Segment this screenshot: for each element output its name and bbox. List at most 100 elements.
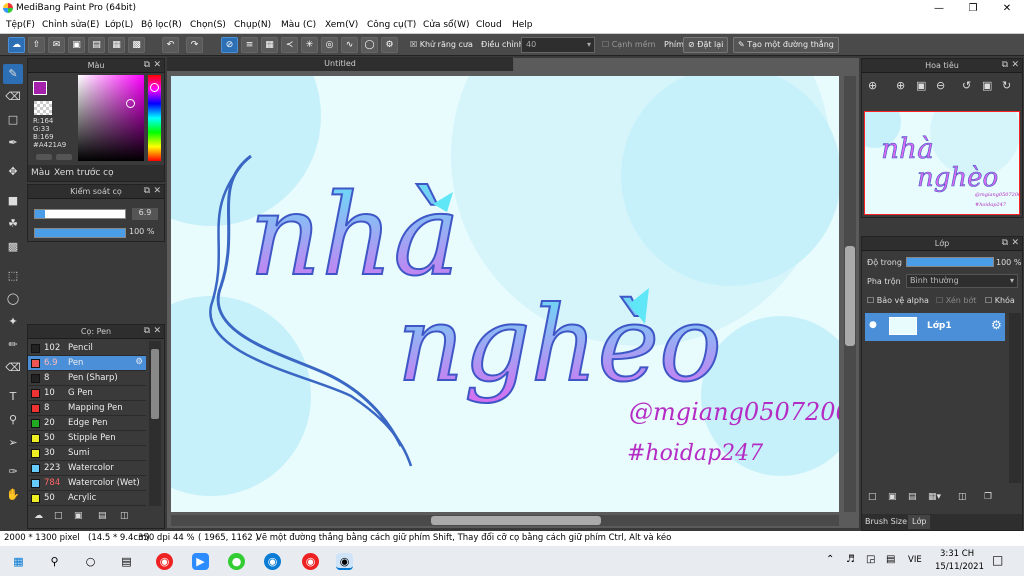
brush-new-icon[interactable]: □ — [54, 511, 63, 521]
brush-add-icon[interactable]: ▣ — [74, 511, 83, 521]
no-snap-icon[interactable]: ⊘ — [221, 37, 238, 53]
brush-item[interactable]: 30 Sumi — [28, 446, 146, 461]
brush-size-slider[interactable] — [34, 209, 126, 219]
close-panel-icon[interactable]: ✕ — [153, 59, 161, 72]
circle-snap-icon[interactable]: ◎ — [321, 37, 338, 53]
layer-scrollbar[interactable] — [1009, 313, 1021, 483]
eraser-tool-icon[interactable]: ⌫ — [3, 87, 23, 107]
new-layer-2-icon[interactable]: ▣ — [888, 492, 897, 502]
close-panel-icon[interactable]: ✕ — [153, 185, 161, 198]
zoom-in-icon[interactable]: ⊕ — [868, 79, 877, 92]
close-icon[interactable]: ✕ — [990, 0, 1024, 17]
settings-snap-icon[interactable]: ⚙ — [381, 37, 398, 53]
brush-tool-icon[interactable]: ✎ — [3, 64, 23, 84]
color-add-button[interactable] — [36, 154, 52, 160]
minimize-icon[interactable]: — — [922, 0, 956, 17]
menu-select[interactable]: Chọn(S) — [190, 20, 226, 30]
saturation-value-picker[interactable] — [78, 75, 144, 161]
tab-brush-size[interactable]: Brush Size — [865, 517, 907, 526]
reset-button[interactable]: ⊘ Đặt lại — [683, 37, 729, 53]
folder-icon[interactable]: ◫ — [958, 492, 967, 502]
clip-checkbox[interactable]: ☐ Xén bớt — [936, 296, 976, 305]
undo-icon[interactable]: ↶ — [162, 37, 179, 53]
magic-wand-tool-icon[interactable]: ✦ — [3, 312, 23, 332]
task-view-icon[interactable]: ▤ — [118, 553, 135, 570]
eye-icon[interactable]: ● — [869, 320, 877, 330]
vertical-scrollbar[interactable] — [844, 76, 856, 512]
balloon-tool-icon[interactable]: ⚲ — [3, 410, 23, 430]
share-icon[interactable]: ⇧ — [28, 37, 45, 53]
medibang-taskbar-icon[interactable]: ◉ — [336, 553, 353, 570]
menu-color[interactable]: Màu (C) — [281, 20, 316, 30]
redo-icon[interactable]: ↷ — [186, 37, 203, 53]
tab-brush-preview[interactable]: Xem trước cọ — [54, 168, 114, 178]
drawing-canvas[interactable]: nhà nghèo @mgiang05072009 #hoidap247 — [171, 76, 839, 512]
close-panel-icon[interactable]: ✕ — [153, 325, 161, 338]
close-panel-icon[interactable]: ✕ — [1011, 59, 1019, 72]
select-eraser-tool-icon[interactable]: ⌫ — [3, 358, 23, 378]
operation-tool-icon[interactable]: ➢ — [3, 433, 23, 453]
tab-layer[interactable]: Lớp — [908, 515, 931, 529]
new-layer-3-icon[interactable]: ▤ — [908, 492, 917, 502]
comment-icon[interactable]: ✉ — [48, 37, 65, 53]
brush-item[interactable]: 10 G Pen — [28, 386, 146, 401]
lock-checkbox[interactable]: ☐ Khóa — [985, 296, 1015, 305]
vanish-snap-icon[interactable]: ≺ — [281, 37, 298, 53]
search-icon[interactable]: ⚲ — [46, 553, 63, 570]
brush-copy-icon[interactable]: ▤ — [98, 511, 107, 521]
tab-color[interactable]: Màu — [31, 168, 50, 178]
brush-item[interactable]: 50 Acrylic — [28, 491, 146, 506]
ring-snap-icon[interactable]: ◯ — [361, 37, 378, 53]
clock-date[interactable]: 15/11/2021 — [935, 562, 984, 572]
adjust-dropdown[interactable]: 40 ▾ — [521, 37, 595, 53]
brush-scroll-thumb[interactable] — [151, 349, 159, 419]
popout-icon[interactable]: ⧉ — [1002, 237, 1008, 250]
cortana-icon[interactable]: ○ — [82, 553, 99, 570]
add-layer-menu-icon[interactable]: ▦▾ — [928, 492, 941, 502]
duplicate-layer-icon[interactable]: ❐ — [984, 492, 992, 502]
menu-edit[interactable]: Chỉnh sửa(E) — [42, 20, 99, 30]
maximize-icon[interactable]: ❐ — [956, 0, 990, 17]
brush-item[interactable]: 50 Stipple Pen — [28, 431, 146, 446]
network-icon[interactable]: ◲ — [866, 554, 875, 565]
rotate-left-icon[interactable]: ↺ — [962, 79, 971, 92]
rotate-right-icon[interactable]: ↻ — [1002, 79, 1011, 92]
brush-item[interactable]: 20 Edge Pen — [28, 416, 146, 431]
select-tool-icon[interactable]: ⬚ — [3, 266, 23, 286]
page-icon[interactable]: ▣ — [68, 37, 85, 53]
vertical-scroll-thumb[interactable] — [845, 246, 855, 346]
battery-icon[interactable]: ▤ — [886, 554, 895, 565]
gear-icon[interactable]: ⚙ — [991, 318, 1002, 332]
clock-time[interactable]: 3:31 CH — [940, 549, 974, 559]
cross-snap-icon[interactable]: ▦ — [261, 37, 278, 53]
zoom-app-icon[interactable]: ▶ — [192, 553, 209, 570]
brush-item[interactable]: 102 Pencil — [28, 341, 146, 356]
menu-filter[interactable]: Bộ lọc(R) — [141, 20, 182, 30]
tiles-icon[interactable]: ▩ — [128, 37, 145, 53]
brush-item[interactable]: 223 Watercolor — [28, 461, 146, 476]
gradient-tool-icon[interactable]: ▩ — [3, 237, 23, 257]
brush-scrollbar[interactable] — [149, 341, 161, 506]
straight-line-button[interactable]: ✎ Tạo một đường thẳng — [733, 37, 839, 53]
language-indicator[interactable]: VIE — [908, 555, 922, 565]
parallel-snap-icon[interactable]: ≡ — [241, 37, 258, 53]
horizontal-scroll-thumb[interactable] — [431, 516, 601, 525]
layer-row[interactable]: ● Lớp1 ⚙ — [865, 313, 1005, 341]
brush-item[interactable]: 8 Mapping Pen — [28, 401, 146, 416]
brush-size-value[interactable]: 6.9 — [132, 208, 158, 220]
document-icon[interactable]: ▤ — [88, 37, 105, 53]
blend-mode-dropdown[interactable]: Bình thường ▾ — [906, 274, 1018, 288]
menu-file[interactable]: Tệp(F) — [6, 20, 35, 30]
popout-icon[interactable]: ⧉ — [144, 325, 150, 338]
lasso-tool-icon[interactable]: ◯ — [3, 289, 23, 309]
menu-window[interactable]: Cửa sổ(W) — [423, 20, 469, 30]
edge-icon[interactable]: ◉ — [264, 553, 281, 570]
menu-tools[interactable]: Công cụ(T) — [367, 20, 416, 30]
soft-edge-checkbox[interactable]: ☐ Cạnh mềm — [602, 40, 655, 49]
foreground-color-swatch[interactable] — [33, 81, 47, 95]
brush-folder-icon[interactable]: ◫ — [120, 511, 129, 521]
select-pen-tool-icon[interactable]: ✏ — [3, 335, 23, 355]
gear-icon[interactable]: ⚙ — [135, 357, 143, 367]
tray-chevron-icon[interactable]: ⌃ — [826, 554, 834, 565]
layer-opacity-slider[interactable] — [906, 257, 994, 267]
